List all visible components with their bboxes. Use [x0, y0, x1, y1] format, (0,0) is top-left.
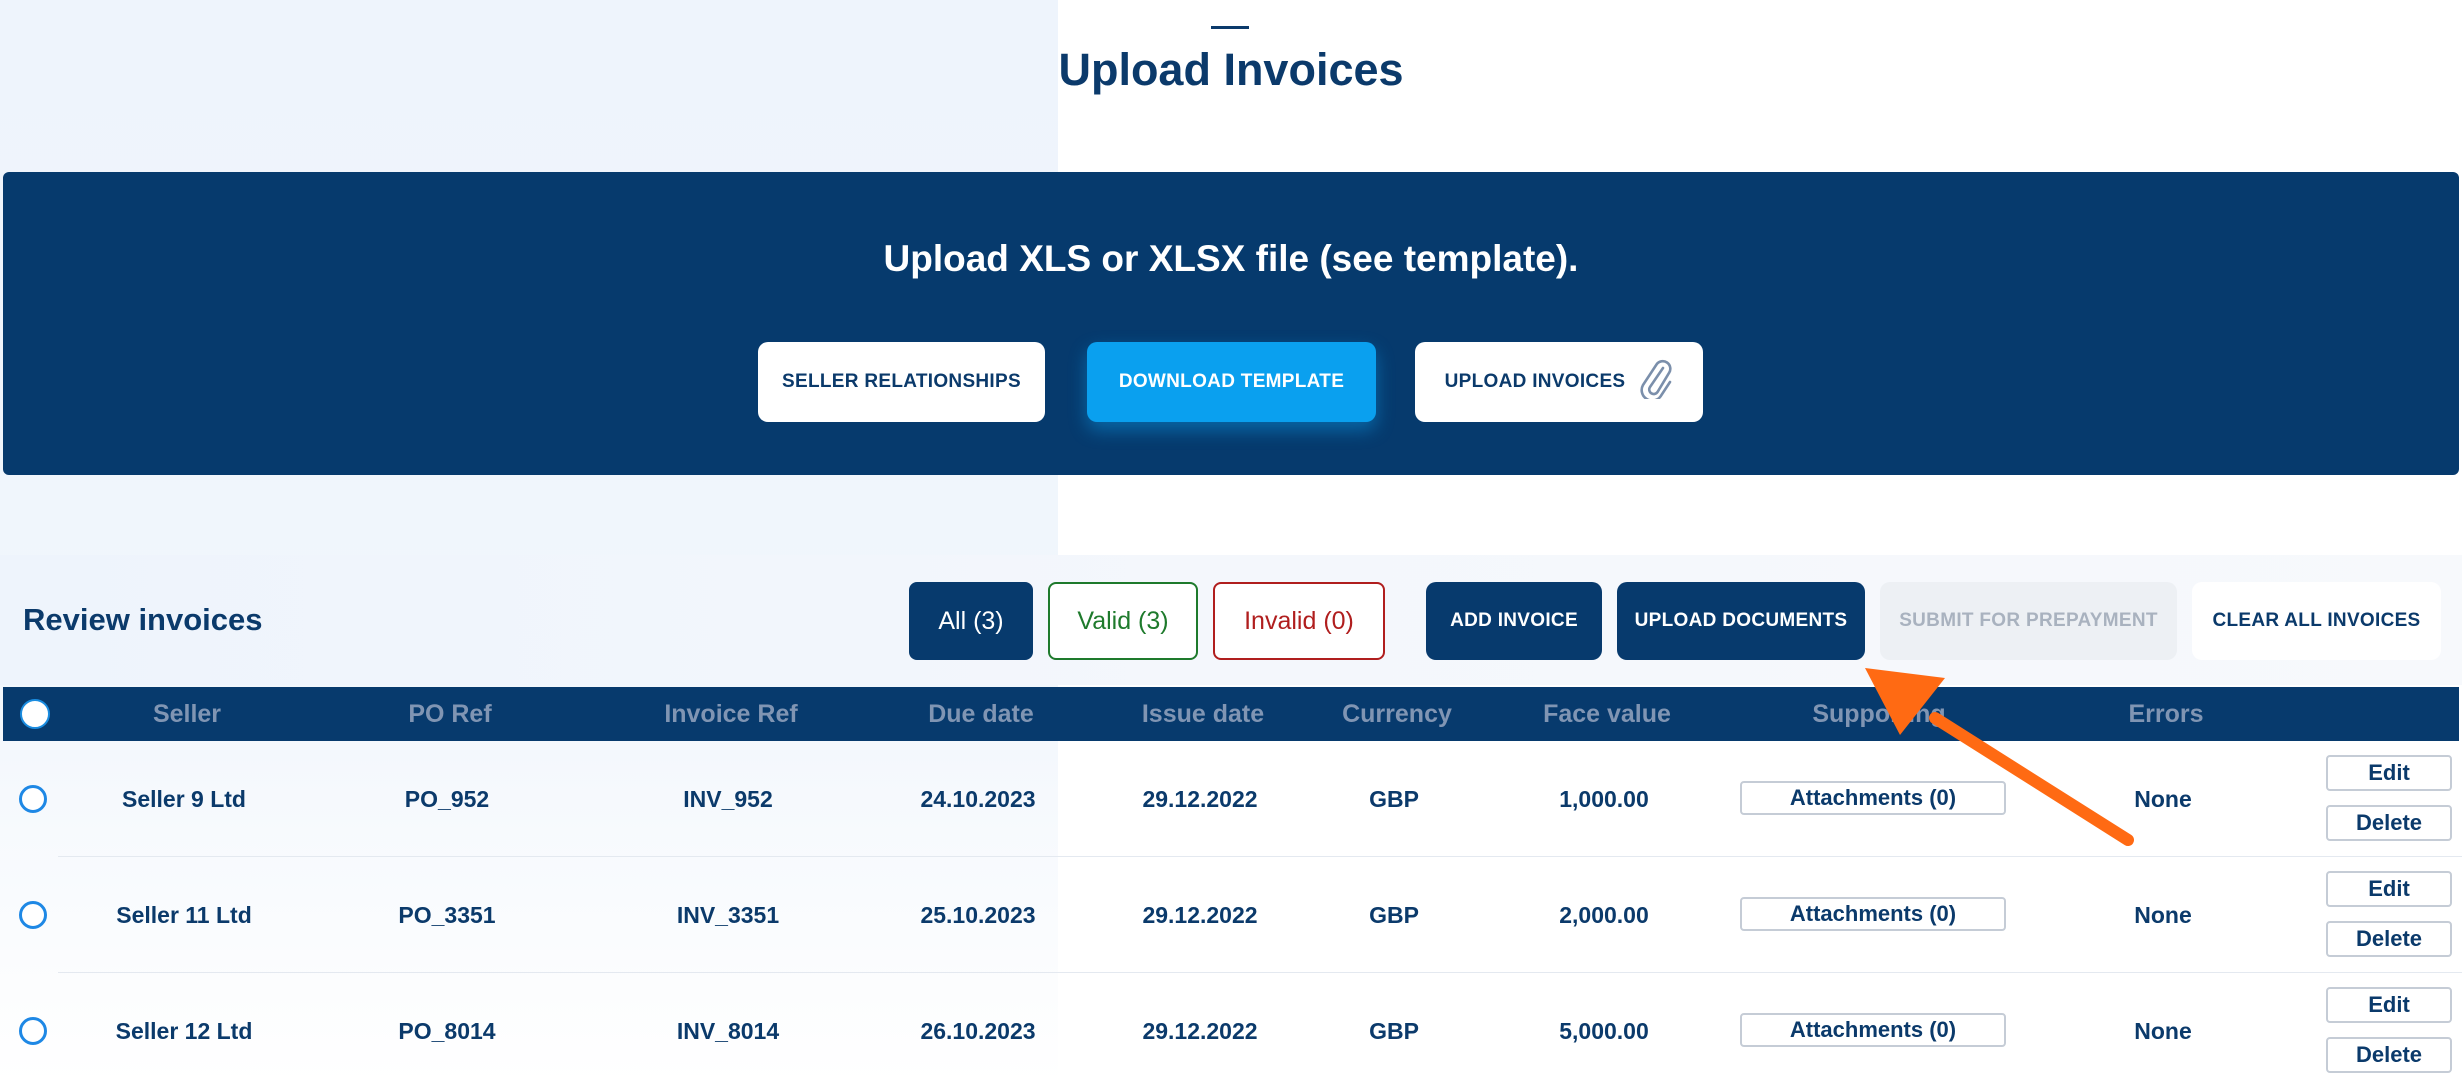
- cell-po-ref: PO_8014: [398, 1017, 496, 1044]
- header-supporting: Supporting: [1812, 700, 1946, 728]
- cell-issue-date: 29.12.2022: [1142, 901, 1258, 928]
- filter-invalid-button[interactable]: Invalid (0): [1213, 582, 1385, 660]
- cell-face-value: 5,000.00: [1559, 1017, 1649, 1044]
- cell-face-value: 2,000.00: [1559, 901, 1649, 928]
- cell-currency: GBP: [1369, 785, 1419, 812]
- page-title: Upload Invoices: [1058, 44, 1404, 95]
- cell-seller: Seller 9 Ltd: [122, 785, 246, 812]
- attachments-button[interactable]: Attachments (0): [1740, 781, 2006, 815]
- delete-button[interactable]: Delete: [2326, 805, 2452, 841]
- cell-errors: None: [2134, 785, 2192, 812]
- cell-po-ref: PO_3351: [398, 901, 496, 928]
- edit-button[interactable]: Edit: [2326, 755, 2452, 791]
- submit-for-prepayment-button[interactable]: SUBMIT FOR PREPAYMENT: [1880, 582, 2177, 660]
- table-row: Seller 9 Ltd PO_952 INV_952 24.10.2023 2…: [0, 741, 2462, 857]
- row-select-radio[interactable]: [19, 785, 47, 813]
- header-errors: Errors: [2128, 700, 2204, 728]
- title-accent-dash: [1211, 26, 1249, 29]
- cell-invoice-ref: INV_3351: [676, 901, 780, 928]
- header-invoice-ref: Invoice Ref: [664, 700, 798, 728]
- table-row: Seller 11 Ltd PO_3351 INV_3351 25.10.202…: [0, 857, 2462, 973]
- header-seller: Seller: [152, 700, 222, 728]
- cell-currency: GBP: [1369, 901, 1419, 928]
- cell-face-value: 1,000.00: [1559, 785, 1649, 812]
- header-issue-date: Issue date: [1141, 700, 1265, 728]
- cell-due-date: 24.10.2023: [920, 785, 1036, 812]
- clear-all-invoices-button[interactable]: CLEAR ALL INVOICES: [2192, 582, 2441, 660]
- filter-valid-button[interactable]: Valid (3): [1048, 582, 1198, 660]
- cell-po-ref: PO_952: [404, 785, 490, 812]
- edit-button[interactable]: Edit: [2326, 987, 2452, 1023]
- seller-relationships-label: SELLER RELATIONSHIPS: [782, 371, 1021, 392]
- select-all-radio[interactable]: [20, 699, 50, 729]
- cell-invoice-ref: INV_8014: [676, 1017, 780, 1044]
- row-select-radio[interactable]: [19, 901, 47, 929]
- seller-relationships-button[interactable]: SELLER RELATIONSHIPS: [758, 342, 1045, 422]
- table-row: Seller 12 Ltd PO_8014 INV_8014 26.10.202…: [0, 973, 2462, 1089]
- paperclip-icon: [1639, 359, 1673, 405]
- download-template-button[interactable]: DOWNLOAD TEMPLATE: [1087, 342, 1376, 422]
- download-template-label: DOWNLOAD TEMPLATE: [1118, 371, 1345, 392]
- cell-due-date: 25.10.2023: [920, 901, 1036, 928]
- add-invoice-button[interactable]: ADD INVOICE: [1426, 582, 1602, 660]
- cell-issue-date: 29.12.2022: [1142, 1017, 1258, 1044]
- attachments-button[interactable]: Attachments (0): [1740, 897, 2006, 931]
- header-currency: Currency: [1342, 700, 1452, 728]
- upload-documents-button[interactable]: UPLOAD DOCUMENTS: [1617, 582, 1865, 660]
- cell-seller: Seller 11 Ltd: [116, 901, 252, 928]
- header-po-ref: PO Ref: [408, 700, 492, 728]
- cell-issue-date: 29.12.2022: [1142, 785, 1258, 812]
- cell-errors: None: [2134, 901, 2192, 928]
- upload-invoices-button[interactable]: UPLOAD INVOICES: [1415, 342, 1703, 422]
- banner-text: Upload XLS or XLSX file (see template).: [883, 238, 1579, 279]
- cell-errors: None: [2134, 1017, 2192, 1044]
- cell-seller: Seller 12 Ltd: [115, 1017, 253, 1044]
- cell-invoice-ref: INV_952: [683, 785, 773, 812]
- upload-invoices-label: UPLOAD INVOICES: [1444, 371, 1626, 392]
- header-face-value: Face value: [1543, 700, 1671, 728]
- upload-banner: Upload XLS or XLSX file (see template). …: [3, 172, 2459, 475]
- review-invoices-title: Review invoices: [23, 602, 263, 637]
- row-select-radio[interactable]: [19, 1017, 47, 1045]
- attachments-button[interactable]: Attachments (0): [1740, 1013, 2006, 1047]
- cell-due-date: 26.10.2023: [920, 1017, 1036, 1044]
- delete-button[interactable]: Delete: [2326, 1037, 2452, 1073]
- header-due-date: Due date: [928, 700, 1034, 728]
- filter-all-button[interactable]: All (3): [909, 582, 1033, 660]
- delete-button[interactable]: Delete: [2326, 921, 2452, 957]
- edit-button[interactable]: Edit: [2326, 871, 2452, 907]
- table-header: Seller PO Ref Invoice Ref Due date Issue…: [3, 687, 2459, 741]
- cell-currency: GBP: [1369, 1017, 1419, 1044]
